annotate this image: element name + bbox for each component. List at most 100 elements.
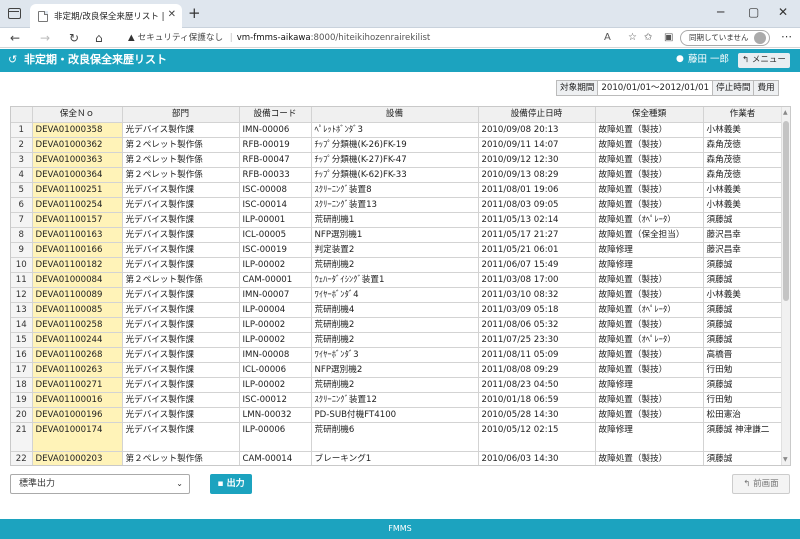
maintenance-no-cell: DEVA01100166 [32,242,123,258]
scroll-up-icon[interactable]: ▲ [783,109,788,116]
vertical-scrollbar[interactable]: ▲ ▼ [781,107,790,465]
table-row[interactable]: 17 DEVA01100263 光デバイス製作課 ICL-00006 NFP選別機2 20… [11,362,783,378]
equipment-code-cell: ILP-00002 [239,332,312,348]
table-row[interactable]: 14 DEVA01100258 光デバイス製作課 ILP-00002 荒研削機2 2011… [11,317,783,333]
worker-cell: 行田勉 [703,392,783,408]
table-row[interactable]: 20 DEVA01000196 光デバイス製作課 LMN-00032 PD-SUB付機F… [11,407,783,423]
department-cell: 光デバイス製作課 [122,317,240,333]
table-row[interactable]: 13 DEVA01100085 光デバイス製作課 ILP-00004 荒研削機4 2011… [11,302,783,318]
browser-menu-icon[interactable]: ⋯ [781,30,792,43]
output-button-label: 出力 [226,479,245,489]
table-row[interactable]: 7 DEVA01100157 光デバイス製作課 ILP-00001 荒研削機1 2011/… [11,212,783,228]
maximize-icon[interactable]: ▢ [748,4,759,20]
table-row[interactable]: 1 DEVA01000358 光デバイス製作課 IMN-00006 ﾍﾟﾚｯﾄﾎﾞﾝﾀﾞ… [11,122,783,138]
worker-cell: 行田勉 [703,362,783,378]
table-row[interactable]: 21 DEVA01000174 光デバイス製作課 ILP-00006 荒研削機6 2010… [11,422,783,452]
department-cell: 光デバイス製作課 [122,362,240,378]
tab-actions-icon[interactable] [8,8,21,19]
table-row[interactable]: 19 DEVA01100016 光デバイス製作課 ISC-00012 ｽｸﾘｰﾆﾝｸﾞ装… [11,392,783,408]
previous-screen-label: 前画面 [753,479,779,489]
department-header[interactable]: 部門 [122,107,240,123]
table-row[interactable]: 6 DEVA01100254 光デバイス製作課 ISC-00014 ｽｸﾘｰﾆﾝｸﾞ装置… [11,197,783,213]
worker-cell: 松田憲治 [703,407,783,423]
tab-close-icon[interactable]: ✕ [168,9,176,20]
worker-cell: 小林義美 [703,122,783,138]
table-row[interactable]: 10 DEVA01100182 光デバイス製作課 ILP-00002 荒研削機2 2011… [11,257,783,273]
cost-label: 費用 [753,80,779,96]
table-row[interactable]: 8 DEVA01100163 光デバイス製作課 ICL-00005 NFP選別機1 201… [11,227,783,243]
window-close-icon[interactable]: ✕ [778,4,788,20]
read-aloud-icon[interactable]: A [604,31,611,45]
output-type-select[interactable]: 標準出力 ⌄ [10,474,190,494]
minimize-icon[interactable]: ─ [717,4,724,20]
warning-icon: ▲ [128,33,135,43]
worker-cell: 須藤誠 神津謙二 [703,422,783,452]
table-row[interactable]: 5 DEVA01100251 光デバイス製作課 ISC-00008 ｽｸﾘｰﾆﾝｸﾞ装置… [11,182,783,198]
department-cell: 第２ペレット製作係 [122,137,240,153]
maintenance-no-header[interactable]: 保全Ｎｏ [32,107,123,123]
table-row[interactable]: 2 DEVA01000362 第２ペレット製作係 RFB-00019 ﾁｯﾌﾟ分類機(K… [11,137,783,153]
maintenance-type-cell: 故障処置（ｵﾍﾟﾚｰﾀ） [595,302,704,318]
browser-tab[interactable]: 非定期/改良保全来歴リスト | 設備 ✕ [30,4,182,28]
profile-label: 同期していません [689,33,749,42]
equipment-code-cell: ILP-00004 [239,302,312,318]
table-row[interactable]: 12 DEVA01100089 光デバイス製作課 IMN-00007 ﾜｲﾔｰﾎﾞﾝﾀﾞ… [11,287,783,303]
output-button[interactable]: ▪ 出力 [210,474,252,494]
url-field[interactable]: ▲ セキュリティ保護なし | vm-fmms-aikawa:8000/hiteiki… [128,31,608,45]
equipment-cell: ﾍﾟﾚｯﾄﾎﾞﾝﾀﾞ3 [311,122,479,138]
department-cell: 光デバイス製作課 [122,182,240,198]
stop-datetime-cell: 2011/08/23 04:50 [478,377,596,393]
scroll-thumb[interactable] [783,121,789,301]
maintenance-no-cell: DEVA01000084 [32,272,123,288]
table-row[interactable]: 16 DEVA01100268 光デバイス製作課 IMN-00008 ﾜｲﾔｰﾎﾞﾝﾀﾞ… [11,347,783,363]
user-icon: ● [676,54,684,64]
stop-datetime-cell: 2011/05/17 21:27 [478,227,596,243]
maintenance-type-header[interactable]: 保全種類 [595,107,704,123]
save-icon: ▪ [217,479,224,489]
stop-datetime-header[interactable]: 設備停止日時 [478,107,596,123]
equipment-cell: 荒研削機2 [311,332,479,348]
favorites-list-icon[interactable]: ✩ [644,31,652,45]
stop-datetime-cell: 2010/05/28 14:30 [478,407,596,423]
url-divider: | [229,33,233,43]
worker-cell: 須藤誠 [703,272,783,288]
department-cell: 光デバイス製作課 [122,347,240,363]
reload-icon[interactable]: ↻ [69,30,79,46]
worker-cell: 須藤誠 [703,451,783,465]
previous-screen-button[interactable]: ↰ 前画面 [732,474,790,494]
back-icon[interactable]: ← [10,30,20,46]
scroll-down-icon[interactable]: ▼ [783,456,788,463]
equipment-cell: ｽｸﾘｰﾆﾝｸﾞ装置13 [311,197,479,213]
table-row[interactable]: 18 DEVA01100271 光デバイス製作課 ILP-00002 荒研削機2 2011… [11,377,783,393]
row-number-cell: 11 [11,272,33,288]
row-number-cell: 14 [11,317,33,333]
table-row[interactable]: 3 DEVA01000363 第２ペレット製作係 RFB-00047 ﾁｯﾌﾟ分類機(K… [11,152,783,168]
menu-button[interactable]: ↰ メニュー [738,53,790,68]
address-bar: ← → ↻ ⌂ ▲ セキュリティ保護なし | vm-fmms-aikawa:8000… [0,28,800,48]
row-number-cell: 9 [11,242,33,258]
table-row[interactable]: 4 DEVA01000364 第２ペレット製作係 RFB-00033 ﾁｯﾌﾟ分類機(K… [11,167,783,183]
maintenance-type-cell: 故障処置（製技） [595,197,704,213]
favorite-icon[interactable]: ☆ [628,31,637,45]
table-row[interactable]: 9 DEVA01100166 光デバイス製作課 ISC-00019 判定装置2 2011/… [11,242,783,258]
collections-icon[interactable]: ▣ [664,31,673,45]
profile-button[interactable]: 同期していません [680,30,770,46]
maintenance-history-grid[interactable]: 保全Ｎｏ 部門 設備コード 設備 設備停止日時 保全種類 作業者 1 DEVA01000358… [10,106,791,466]
new-tab-icon[interactable]: + [188,4,201,22]
equipment-code-cell: IMN-00007 [239,287,312,303]
maintenance-no-cell: DEVA01100244 [32,332,123,348]
department-cell: 光デバイス製作課 [122,332,240,348]
department-cell: 光デバイス製作課 [122,257,240,273]
maintenance-no-cell: DEVA01100258 [32,317,123,333]
table-row[interactable]: 11 DEVA01000084 第２ペレット製作係 CAM-00001 ｳｪﾊｰﾀﾞｲｼ… [11,272,783,288]
row-number-cell: 7 [11,212,33,228]
table-row[interactable]: 22 DEVA01000203 第２ペレット製作係 CAM-00014 ブレーキング1 2… [11,451,783,465]
equipment-code-header[interactable]: 設備コード [239,107,312,123]
table-row[interactable]: 15 DEVA01100244 光デバイス製作課 ILP-00002 荒研削機2 2011… [11,332,783,348]
equipment-cell: 荒研削機2 [311,257,479,273]
forward-icon[interactable]: → [40,30,50,46]
equipment-header[interactable]: 設備 [311,107,479,123]
worker-header[interactable]: 作業者 [703,107,783,123]
row-number-header[interactable] [11,107,33,123]
home-icon[interactable]: ⌂ [95,30,103,46]
